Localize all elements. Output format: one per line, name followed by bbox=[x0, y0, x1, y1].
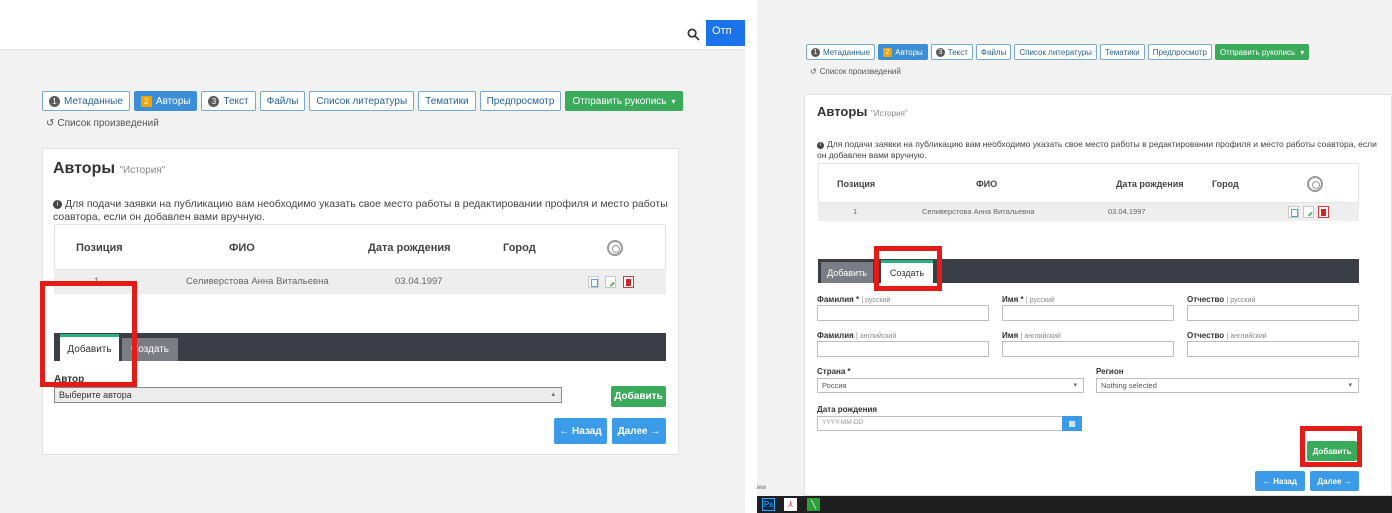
tab-metadata[interactable]: 1 Метаданные bbox=[42, 91, 130, 111]
edit-icon[interactable] bbox=[605, 276, 616, 288]
col-name: ФИО bbox=[976, 179, 998, 189]
highlight-add-tab bbox=[40, 281, 137, 387]
tab-preview-2[interactable]: Предпросмотр bbox=[1147, 44, 1212, 60]
os-taskbar: Ps ⅄ ╲ bbox=[757, 496, 1392, 513]
right-screenshot: 1 Метаданные 2 Авторы 3 Текст Файлы Список … bbox=[757, 0, 1392, 513]
tab-topics-2[interactable]: Тематики bbox=[1099, 44, 1145, 60]
app-icon[interactable]: ╲ bbox=[807, 498, 820, 511]
surname-en-label: Фамилия | английский bbox=[817, 331, 897, 340]
name-ru-field[interactable] bbox=[1002, 305, 1174, 321]
top-navbar bbox=[0, 0, 745, 50]
author-select[interactable]: Выберите автора ▴ bbox=[54, 387, 562, 403]
col-birth: Дата рождения bbox=[1116, 179, 1184, 189]
surname-en-field[interactable] bbox=[817, 341, 989, 357]
chevron-down-icon: ▾ bbox=[671, 96, 676, 106]
caret-down-icon: ▾ bbox=[1348, 382, 1352, 389]
card-title-2: Авторы "История" bbox=[817, 104, 908, 119]
caret-icon: ▴ bbox=[551, 391, 555, 398]
settings-gear-icon[interactable] bbox=[607, 240, 623, 256]
patronymic-ru-field[interactable] bbox=[1187, 305, 1359, 321]
send-manuscript-button-2[interactable]: Отправить рукопись ▾ bbox=[1214, 44, 1310, 60]
country-label: Страна * bbox=[817, 367, 851, 376]
card-title: Авторы "История" bbox=[53, 160, 166, 177]
patronymic-ru-label: Отчество | русский bbox=[1187, 295, 1256, 304]
tab-topics[interactable]: Тематики bbox=[418, 91, 476, 111]
row-position: 1 bbox=[853, 207, 858, 216]
highlight-add-button bbox=[1300, 426, 1362, 467]
col-birth: Дата рождения bbox=[368, 242, 451, 254]
name-en-label: Имя | английский bbox=[1002, 331, 1061, 340]
table-header: Позиция ФИО Дата рождения Город bbox=[54, 224, 666, 270]
info-icon: i bbox=[817, 142, 824, 149]
left-screenshot: Отп 1 Метаданные 2 Авторы 3 Текст Файлы Спи… bbox=[0, 0, 745, 513]
settings-gear-icon[interactable] bbox=[1307, 176, 1323, 192]
delete-icon[interactable] bbox=[1318, 206, 1329, 218]
next-button[interactable]: Далее → bbox=[612, 418, 666, 444]
birth-date-field[interactable]: YYYY-MM-DD bbox=[817, 416, 1064, 431]
table-row-2: 1 Селиверстова Анна Витальевна 03.04.199… bbox=[818, 203, 1359, 221]
add-author-button[interactable]: Добавить bbox=[611, 386, 666, 407]
search-icon[interactable] bbox=[680, 22, 706, 46]
row-name: Селиверстова Анна Витальевна bbox=[186, 276, 329, 287]
send-manuscript-button[interactable]: Отправить рукопись ▾ bbox=[565, 91, 683, 111]
delete-icon[interactable] bbox=[623, 276, 634, 288]
patronymic-en-field[interactable] bbox=[1187, 341, 1359, 357]
table-header-2: Позиция ФИО Дата рождения Город bbox=[818, 163, 1359, 203]
undo-icon: ↺ bbox=[810, 67, 817, 76]
name-ru-label: Имя * | русский bbox=[1002, 295, 1055, 304]
col-name: ФИО bbox=[229, 242, 255, 254]
back-button-2[interactable]: ← Назад bbox=[1255, 471, 1305, 491]
works-list-link-2[interactable]: ↺ Список произведений bbox=[810, 67, 901, 76]
table-row: 1 Селиверстова Анна Витальевна 03.04.199… bbox=[54, 270, 666, 294]
photoshop-icon[interactable]: Ps bbox=[762, 498, 775, 511]
row-birth: 03.04.1997 bbox=[1108, 207, 1146, 216]
undo-icon: ↺ bbox=[46, 118, 55, 129]
col-city: Город bbox=[1212, 179, 1239, 189]
tab-authors[interactable]: 2 Авторы bbox=[133, 91, 198, 111]
view-cut-text: iew bbox=[757, 485, 767, 491]
surname-ru-label: Фамилия * | русский bbox=[817, 295, 891, 304]
send-button-cut[interactable]: Отп bbox=[706, 20, 745, 46]
patronymic-en-label: Отчество | английский bbox=[1187, 331, 1267, 340]
authors-card bbox=[42, 148, 679, 455]
edit-icon[interactable] bbox=[1303, 206, 1314, 218]
next-button-2[interactable]: Далее → bbox=[1310, 471, 1359, 491]
surname-ru-field[interactable] bbox=[817, 305, 989, 321]
row-birth: 03.04.1997 bbox=[395, 276, 443, 287]
tab-files-2[interactable]: Файлы bbox=[975, 44, 1012, 60]
notice-text-2: i Для подачи заявки на публикацию вам нео… bbox=[817, 139, 1377, 160]
row-name: Селиверстова Анна Витальевна bbox=[922, 207, 1035, 216]
highlight-create-tab bbox=[874, 246, 942, 291]
tab-text-2[interactable]: 3 Текст bbox=[930, 44, 973, 60]
tab-references-2[interactable]: Список литературы bbox=[1014, 44, 1097, 60]
birth-label: Дата рождения bbox=[817, 405, 878, 414]
tab-authors-2[interactable]: 2 Авторы bbox=[878, 44, 928, 60]
caret-down-icon: ▾ bbox=[1073, 382, 1077, 389]
country-select[interactable]: Россия ▾ bbox=[817, 378, 1084, 393]
back-button[interactable]: ← Назад bbox=[554, 418, 607, 444]
tab-references[interactable]: Список литературы bbox=[309, 91, 415, 111]
chevron-down-icon: ▾ bbox=[1300, 47, 1305, 57]
view-icon[interactable] bbox=[1288, 206, 1299, 218]
region-label: Регион bbox=[1096, 367, 1124, 376]
col-position: Позиция bbox=[76, 242, 123, 254]
tab-text[interactable]: 3 Текст bbox=[201, 91, 256, 111]
tab-preview[interactable]: Предпросмотр bbox=[479, 91, 562, 111]
view-icon[interactable] bbox=[588, 276, 599, 288]
step-tabs-2: 1 Метаданные 2 Авторы 3 Текст Файлы Список … bbox=[806, 44, 1310, 60]
works-list-link[interactable]: ↺ Список произведений bbox=[46, 118, 159, 129]
subtab-add-2[interactable]: Добавить bbox=[821, 262, 873, 283]
pdf-icon[interactable]: ⅄ bbox=[784, 498, 797, 511]
region-select[interactable]: Nothing selected ▾ bbox=[1096, 378, 1359, 393]
step-tabs: 1 Метаданные 2 Авторы 3 Текст Файлы Список … bbox=[42, 91, 683, 111]
name-en-field[interactable] bbox=[1002, 341, 1174, 357]
tab-files[interactable]: Файлы bbox=[259, 91, 306, 111]
col-city: Город bbox=[503, 242, 536, 254]
tab-metadata-2[interactable]: 1 Метаданные bbox=[806, 44, 876, 60]
notice-text: i Для подачи заявки на публикацию вам нео… bbox=[53, 198, 668, 223]
calendar-icon[interactable]: ▦ bbox=[1062, 416, 1082, 431]
info-icon: i bbox=[53, 200, 62, 209]
col-position: Позиция bbox=[837, 179, 876, 189]
